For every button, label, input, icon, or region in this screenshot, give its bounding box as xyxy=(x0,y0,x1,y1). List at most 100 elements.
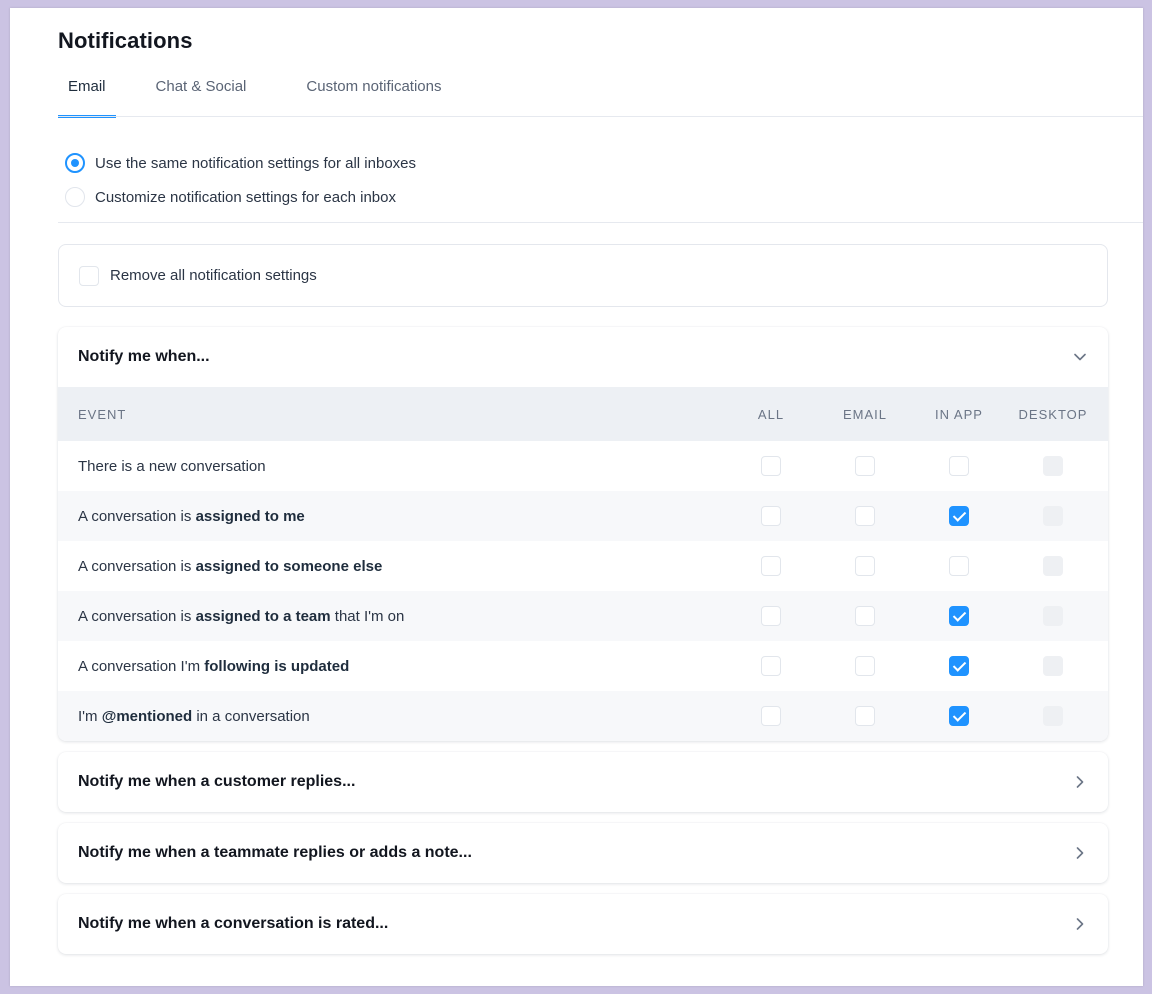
event-label-text: A conversation is xyxy=(78,507,196,525)
radio-option-same-settings[interactable]: Use the same notification settings for a… xyxy=(65,146,416,180)
desktop-checkbox xyxy=(1043,606,1063,626)
conversation-rated-header[interactable]: Notify me when a conversation is rated..… xyxy=(58,894,1108,954)
cell-desktop xyxy=(1006,606,1108,626)
column-header-in-app: IN APP xyxy=(935,406,983,422)
email-checkbox[interactable] xyxy=(855,606,875,626)
event-label-emphasis: assigned to a team xyxy=(195,607,331,625)
in-app-checkbox[interactable] xyxy=(949,706,969,726)
teammate-replies-header[interactable]: Notify me when a teammate replies or add… xyxy=(58,823,1108,883)
all-checkbox[interactable] xyxy=(761,506,781,526)
cell-in-app xyxy=(912,706,1006,726)
conversation-rated-card: Notify me when a conversation is rated..… xyxy=(58,894,1108,954)
event-label-text: A conversation is xyxy=(78,557,196,575)
cell-email xyxy=(818,506,912,526)
table-row: A conversation I'm following is updated xyxy=(58,641,1108,691)
desktop-checkbox xyxy=(1043,706,1063,726)
tab-chat-social[interactable]: Chat & Social xyxy=(146,68,257,118)
all-checkbox[interactable] xyxy=(761,456,781,476)
radio-button[interactable] xyxy=(65,187,85,207)
chevron-right-icon[interactable] xyxy=(1072,845,1088,861)
chevron-right-icon[interactable] xyxy=(1072,916,1088,932)
cell-in-app xyxy=(912,606,1006,626)
event-label-emphasis: assigned to someone else xyxy=(195,557,383,575)
cell-in-app xyxy=(912,656,1006,676)
table-row: A conversation is assigned to a team tha… xyxy=(58,591,1108,641)
notify-me-when-header[interactable]: Notify me when... xyxy=(58,327,1108,387)
in-app-checkbox[interactable] xyxy=(949,606,969,626)
cell-desktop xyxy=(1006,656,1108,676)
tab-email[interactable]: Email xyxy=(58,68,116,118)
in-app-checkbox[interactable] xyxy=(949,506,969,526)
teammate-replies-card: Notify me when a teammate replies or add… xyxy=(58,823,1108,883)
event-label: There is a new conversation xyxy=(58,458,724,475)
cell-desktop xyxy=(1006,706,1108,726)
cell-desktop xyxy=(1006,506,1108,526)
notifications-window: Notifications Email Chat & Social Custom… xyxy=(10,8,1143,986)
email-checkbox[interactable] xyxy=(855,656,875,676)
cell-in-app xyxy=(912,506,1006,526)
cell-email xyxy=(818,556,912,576)
email-checkbox[interactable] xyxy=(855,556,875,576)
in-app-checkbox[interactable] xyxy=(949,456,969,476)
cell-in-app xyxy=(912,456,1006,476)
cell-in-app xyxy=(912,556,1006,576)
event-label: A conversation I'm following is updated xyxy=(58,658,724,675)
column-header-desktop: DESKTOP xyxy=(1018,406,1088,422)
section-title: Notify me when a teammate replies or add… xyxy=(78,844,472,861)
all-checkbox[interactable] xyxy=(761,706,781,726)
table-row: A conversation is assigned to me xyxy=(58,491,1108,541)
remove-all-label: Remove all notification settings xyxy=(110,267,317,284)
remove-all-checkbox[interactable] xyxy=(79,265,99,286)
customer-replies-header[interactable]: Notify me when a customer replies... xyxy=(58,752,1108,812)
table-row: A conversation is assigned to someone el… xyxy=(58,541,1108,591)
event-label-text: in a conversation xyxy=(192,707,310,725)
cell-all xyxy=(724,706,818,726)
email-checkbox[interactable] xyxy=(855,506,875,526)
table-row: There is a new conversation xyxy=(58,441,1108,491)
chevron-down-icon[interactable] xyxy=(1072,349,1088,365)
column-header-event: EVENT xyxy=(78,406,127,422)
all-checkbox[interactable] xyxy=(761,656,781,676)
event-label: A conversation is assigned to me xyxy=(58,508,724,525)
desktop-checkbox xyxy=(1043,656,1063,676)
event-label-text: A conversation is xyxy=(78,607,196,625)
radio-button-selected[interactable] xyxy=(65,153,85,173)
event-label-emphasis: assigned to me xyxy=(195,507,305,525)
event-label: A conversation is assigned to a team tha… xyxy=(58,608,724,625)
cell-email xyxy=(818,606,912,626)
event-label-text: There is a new conversation xyxy=(78,457,266,475)
radio-option-customize-per-inbox[interactable]: Customize notification settings for each… xyxy=(65,180,416,214)
section-title: Notify me when a customer replies... xyxy=(78,773,356,790)
email-checkbox[interactable] xyxy=(855,706,875,726)
desktop-checkbox xyxy=(1043,506,1063,526)
page-title: Notifications xyxy=(58,28,193,53)
cell-all xyxy=(724,456,818,476)
tab-bar: Email Chat & Social Custom notifications xyxy=(58,68,491,118)
email-checkbox[interactable] xyxy=(855,456,875,476)
event-label-emphasis: @mentioned xyxy=(101,707,193,725)
event-label-text: I'm xyxy=(78,707,102,725)
cell-email xyxy=(818,656,912,676)
all-checkbox[interactable] xyxy=(761,606,781,626)
chevron-right-icon[interactable] xyxy=(1072,774,1088,790)
all-checkbox[interactable] xyxy=(761,556,781,576)
section-title: Notify me when a conversation is rated..… xyxy=(78,915,389,932)
remove-all-card: Remove all notification settings xyxy=(58,244,1108,307)
event-label: A conversation is assigned to someone el… xyxy=(58,558,724,575)
tabs-divider xyxy=(58,116,1143,117)
event-label-text: A conversation I'm xyxy=(78,657,205,675)
event-label-emphasis: following is updated xyxy=(204,657,350,675)
tab-custom-notifications[interactable]: Custom notifications xyxy=(296,68,451,118)
customer-replies-card: Notify me when a customer replies... xyxy=(58,752,1108,812)
notify-me-when-card: Notify me when... EVENT ALL EMAIL IN APP… xyxy=(58,327,1108,741)
in-app-checkbox[interactable] xyxy=(949,656,969,676)
cell-email xyxy=(818,456,912,476)
radio-label: Customize notification settings for each… xyxy=(95,188,396,206)
cell-all xyxy=(724,606,818,626)
cell-desktop xyxy=(1006,456,1108,476)
inbox-mode-radio-group: Use the same notification settings for a… xyxy=(65,146,416,214)
in-app-checkbox[interactable] xyxy=(949,556,969,576)
desktop-checkbox xyxy=(1043,556,1063,576)
section-divider xyxy=(58,222,1143,223)
table-body: There is a new conversation A conversatio… xyxy=(58,441,1108,741)
